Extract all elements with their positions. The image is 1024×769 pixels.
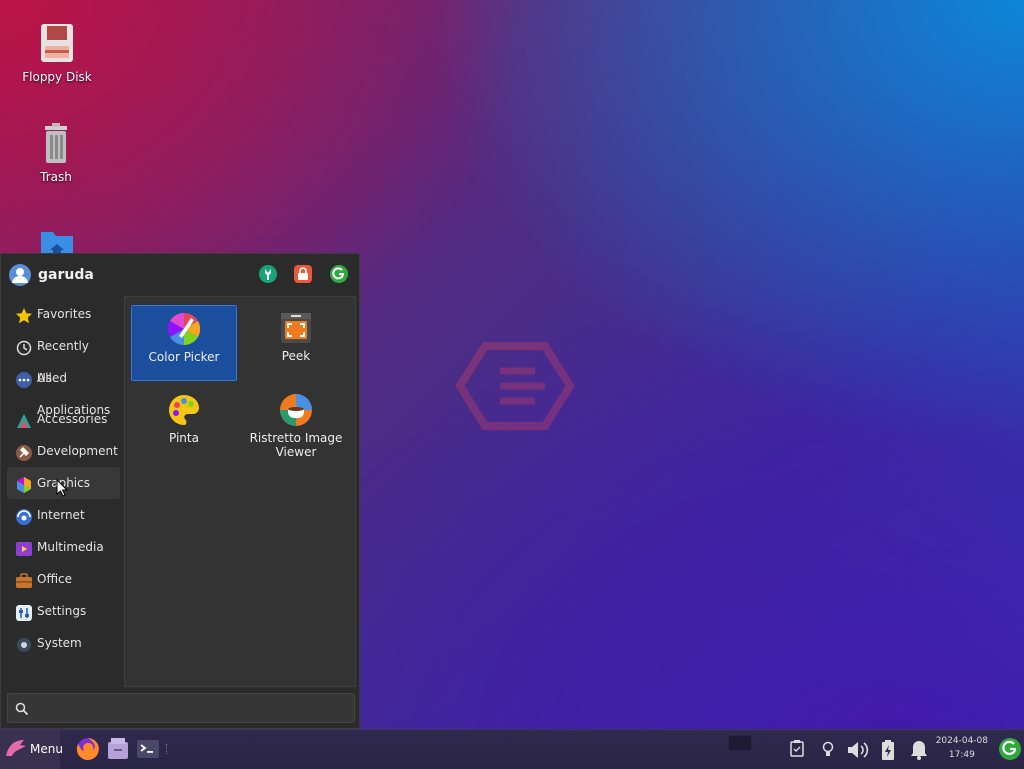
category-accessories[interactable]: Accessories: [7, 403, 120, 435]
search-input[interactable]: [36, 698, 350, 720]
desktop-icon-trash[interactable]: Trash: [11, 122, 101, 184]
clock-date: 2024-04-08: [935, 736, 988, 746]
star-icon: [15, 305, 33, 324]
category-label: Settings: [37, 604, 87, 618]
workspace-switcher[interactable]: [728, 735, 752, 751]
notification-bell-icon[interactable]: [908, 739, 930, 760]
lightbulb-icon[interactable]: [818, 739, 838, 759]
terminal-icon[interactable]: [135, 736, 161, 762]
volume-icon[interactable]: [846, 739, 870, 759]
firefox-icon[interactable]: [75, 736, 101, 762]
app-label: Pinta: [169, 431, 199, 445]
dots-icon: [15, 369, 33, 388]
category-label: Multimedia: [37, 540, 104, 554]
graphics-icon: [15, 474, 33, 493]
search-field[interactable]: [7, 693, 355, 723]
app-label: Color Picker: [148, 350, 220, 364]
logout-icon[interactable]: [329, 264, 349, 284]
battery-icon[interactable]: [878, 739, 898, 760]
settings-icon: [15, 602, 33, 621]
trash-icon: [36, 122, 76, 166]
accessories-icon: [15, 410, 33, 428]
category-system[interactable]: System: [7, 627, 120, 659]
category-all-applications[interactable]: All Applications: [7, 362, 120, 417]
applications-pane: Color Picker Peek Pinta Ristretto Image …: [124, 296, 356, 687]
category-recently-used[interactable]: Recently Used: [7, 330, 120, 385]
garuda-logo-icon: [4, 738, 28, 763]
menu-button[interactable]: Menu: [0, 730, 63, 769]
globe-icon: [15, 506, 33, 525]
multimedia-icon: [15, 538, 33, 556]
session-power-icon[interactable]: [998, 737, 1022, 761]
floppy-disk-icon: [37, 22, 77, 66]
mouse-cursor-icon: [56, 478, 69, 500]
category-label: Accessories: [37, 412, 108, 426]
app-pinta[interactable]: Pinta: [131, 387, 237, 463]
search-icon: [15, 702, 29, 716]
clock-time: 17:49: [948, 750, 975, 760]
taskbar-separator: [166, 744, 169, 754]
peek-icon: [279, 311, 313, 345]
taskbar: Menu 2024-04-08 17:49: [0, 729, 1024, 769]
category-internet[interactable]: Internet: [7, 499, 120, 531]
hammer-icon: [15, 442, 33, 461]
settings-icon[interactable]: [258, 264, 278, 284]
clipboard-icon[interactable]: [787, 739, 807, 759]
desktop-icon-label: Floppy Disk: [22, 70, 92, 84]
app-color-picker[interactable]: Color Picker: [131, 305, 237, 381]
category-label: Office: [37, 572, 73, 586]
category-favorites[interactable]: Favorites: [7, 298, 120, 330]
user-name: garuda: [38, 267, 94, 283]
garuda-watermark-icon: [455, 326, 575, 446]
category-label: Favorites: [37, 307, 92, 321]
file-manager-icon[interactable]: [105, 736, 131, 762]
menu-header: garuda: [1, 254, 359, 296]
user-avatar-icon: [9, 264, 31, 286]
category-settings[interactable]: Settings: [7, 595, 120, 627]
category-development[interactable]: Development: [7, 435, 120, 467]
color-picker-icon: [167, 312, 201, 346]
briefcase-icon: [15, 570, 33, 588]
category-label: Development: [37, 444, 118, 458]
palette-icon: [167, 393, 201, 427]
app-ristretto-image-viewer[interactable]: Ristretto Image Viewer: [243, 387, 349, 475]
app-label: Ristretto Image Viewer: [249, 431, 343, 459]
lock-icon[interactable]: [293, 264, 313, 284]
clock[interactable]: 2024-04-08 17:49: [936, 734, 988, 762]
application-menu: garuda Favorites Recently Used All Appli…: [0, 253, 360, 729]
desktop-icon-floppy-disk[interactable]: Floppy Disk: [12, 22, 102, 84]
clock-icon: [15, 337, 33, 356]
category-multimedia[interactable]: Multimedia: [7, 531, 120, 563]
category-label: System: [37, 636, 82, 650]
ristretto-icon: [279, 393, 313, 427]
desktop-icon-label: Trash: [40, 170, 72, 184]
app-label: Peek: [281, 349, 311, 363]
system-icon: [15, 634, 33, 652]
category-label: Internet: [37, 508, 85, 522]
app-peek[interactable]: Peek: [243, 305, 349, 381]
category-office[interactable]: Office: [7, 563, 120, 595]
menu-button-label: Menu: [30, 742, 63, 756]
